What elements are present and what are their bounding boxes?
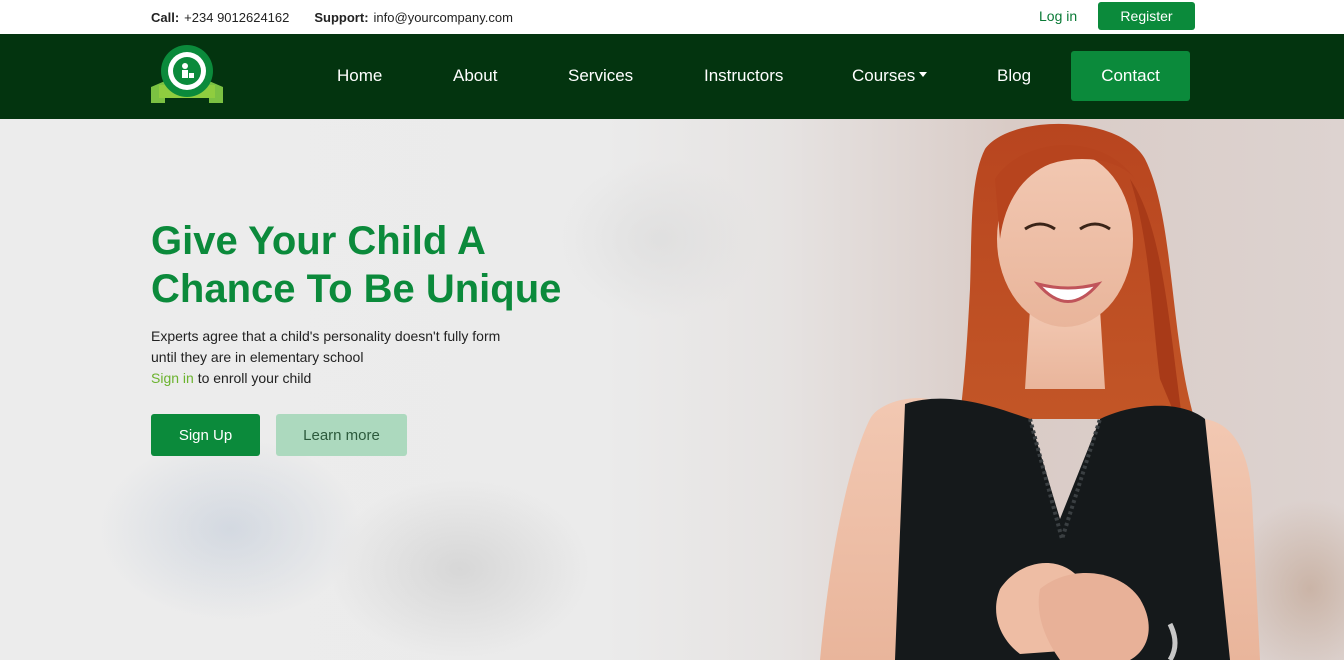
nav-courses[interactable]: Courses: [852, 66, 928, 86]
nav-about[interactable]: About: [453, 66, 497, 86]
nav-instructors[interactable]: Instructors: [704, 66, 783, 86]
hero-title-line1: Give Your Child A: [151, 219, 486, 263]
hero-text-line1: Experts agree that a child's personality…: [151, 328, 501, 344]
main-navbar: Home About Services Instructors Courses …: [0, 34, 1344, 119]
hero-woman-image: [820, 123, 1260, 660]
contact-info: Call: +234 9012624162 Support: info@your…: [151, 0, 513, 34]
hero-title-line2: Chance To Be Unique: [151, 267, 562, 311]
nav-courses-label: Courses: [852, 66, 916, 85]
hero-description: Experts agree that a child's personality…: [151, 326, 531, 389]
signin-suffix: to enroll your child: [193, 370, 312, 386]
signin-link[interactable]: Sign in: [151, 370, 194, 386]
learn-more-button[interactable]: Learn more: [276, 414, 407, 456]
nav-home[interactable]: Home: [337, 66, 382, 86]
nav-blog[interactable]: Blog: [997, 66, 1031, 86]
signup-button[interactable]: Sign Up: [151, 414, 260, 456]
hero-text-line2: until they are in elementary school: [151, 349, 364, 365]
hero-section: Give Your Child A Chance To Be Unique Ex…: [0, 119, 1344, 660]
support-label: Support:: [314, 9, 369, 25]
top-bar: Call: +234 9012624162 Support: info@your…: [0, 0, 1344, 34]
login-link[interactable]: Log in: [1039, 8, 1077, 24]
contact-button[interactable]: Contact: [1071, 51, 1190, 101]
call-label: Call:: [151, 9, 180, 25]
hero-title: Give Your Child A Chance To Be Unique: [151, 217, 611, 313]
nav-services[interactable]: Services: [568, 66, 633, 86]
phone-number: +234 9012624162: [184, 9, 290, 25]
support-email: info@yourcompany.com: [373, 9, 513, 25]
caret-down-icon: [919, 72, 928, 78]
register-button[interactable]: Register: [1098, 2, 1195, 30]
school-logo[interactable]: [151, 45, 223, 105]
